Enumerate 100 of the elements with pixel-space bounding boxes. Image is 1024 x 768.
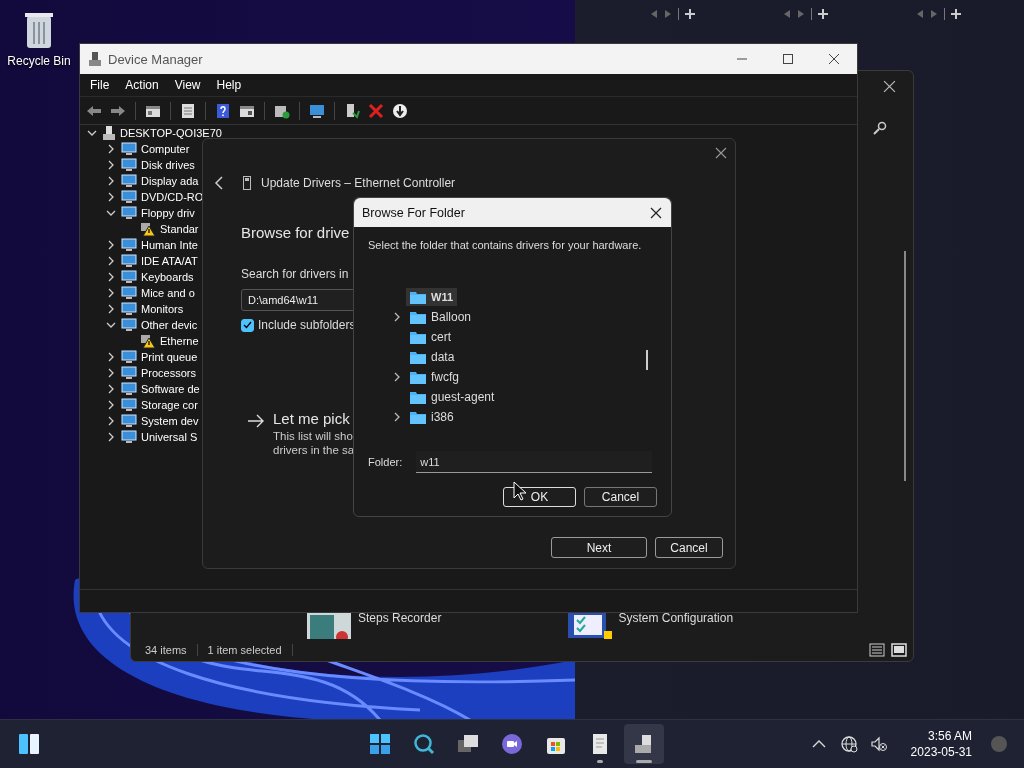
cancel-button[interactable]: Cancel [584,487,657,507]
tree-item[interactable]: Etherne [160,335,199,347]
tree-item[interactable]: Processors [141,367,197,379]
tree-expander-icon[interactable] [106,416,116,426]
folder-icon [410,370,426,384]
tree-expander-icon[interactable] [106,288,116,298]
tree-item[interactable]: DESKTOP-QOI3E70 [120,127,222,139]
tree-expander-icon[interactable] [106,160,116,170]
expand-chevron-icon[interactable] [393,372,401,382]
speaker-muted-icon[interactable] [869,735,888,753]
globe-icon[interactable] [839,735,858,753]
cancel-button[interactable]: Cancel [655,537,723,558]
close-icon[interactable] [828,53,840,65]
tree-expander-icon[interactable] [106,304,116,314]
clock-date[interactable]: 2023-05-31 [910,744,972,760]
download-icon[interactable] [392,102,408,119]
tree-item[interactable]: Print queue [141,351,198,363]
recycle-bin-icon[interactable] [23,10,55,50]
tree-expander-icon[interactable] [106,320,116,330]
field-label: Folder: [368,456,403,468]
left-arrow-icon[interactable] [916,9,924,19]
tree-expander-icon[interactable] [106,432,116,442]
right-arrow-icon[interactable] [797,9,805,19]
clock-time[interactable]: 3:56 AM [927,728,972,744]
item-label[interactable]: Steps Recorder [358,611,442,625]
tree-item[interactable]: System dev [141,415,199,427]
option-description: This list will sho drivers in the sa [273,429,355,457]
close-icon[interactable] [715,147,727,159]
left-arrow-icon[interactable] [783,9,791,19]
folder-item[interactable]: fwcfg [406,368,463,386]
right-arrow-icon[interactable] [664,9,672,19]
maximize-icon[interactable] [782,53,794,65]
dialog-heading: Browse for drive [241,224,351,241]
chevron-up-icon[interactable] [811,740,826,748]
right-arrow-icon[interactable] [930,9,938,19]
tree-expander-icon[interactable] [106,256,116,266]
notepad-icon [593,734,607,754]
tree-item[interactable]: Keyboards [141,271,194,283]
folder-item[interactable]: guest-agent [406,388,499,406]
option-title[interactable]: Let me pick [273,410,355,427]
tree-expander-icon[interactable] [106,192,116,202]
expand-chevron-icon[interactable] [393,412,401,422]
tree-item[interactable]: Mice and o [141,287,195,299]
tree-item[interactable]: Software de [141,383,200,395]
menu-item[interactable]: Action [119,76,165,94]
folder-item[interactable]: i386 [406,408,458,426]
folder-item[interactable]: data [406,348,459,366]
tree-item[interactable]: Monitors [141,303,184,315]
tree-item[interactable]: Computer [141,143,190,155]
close-icon[interactable] [650,206,662,219]
tree-item[interactable]: IDE ATA/AT [141,255,198,267]
tree-expander-icon[interactable] [106,368,116,378]
plus-icon[interactable] [685,9,695,19]
tree-item[interactable]: Storage cor [141,399,198,411]
folder-item[interactable]: Balloon [406,308,476,326]
folder-field[interactable]: w11 [416,451,653,473]
help-icon[interactable] [215,102,231,119]
ok-button[interactable]: OK [503,487,576,507]
plus-icon[interactable] [818,9,828,19]
details-view-icon[interactable] [869,643,885,657]
next-button[interactable]: Next [551,537,647,558]
expand-chevron-icon[interactable] [393,312,401,322]
folder-item[interactable]: cert [406,328,455,346]
list-icon[interactable] [180,102,196,119]
tree-item[interactable]: Display ada [141,175,199,187]
tree-item[interactable]: Other devic [141,319,198,331]
tree-item[interactable]: Disk drives [141,159,195,171]
search-icon[interactable] [873,121,887,135]
tree-expander-icon[interactable] [106,272,116,282]
tree-expander-icon[interactable] [106,384,116,394]
tree-item[interactable]: Standar [160,223,199,235]
tiles-view-icon[interactable] [891,643,907,657]
tree-expander-icon[interactable] [106,240,116,250]
tree-expander-icon[interactable] [106,144,116,154]
menu-item[interactable]: View [168,76,207,94]
taskbar-app-button[interactable] [624,724,664,764]
menu-item[interactable]: Help [210,76,248,94]
left-arrow-icon[interactable] [650,9,658,19]
item-label[interactable]: System Configuration [618,611,734,625]
tree-expander-icon[interactable] [106,176,116,186]
plus-icon[interactable] [951,9,961,19]
tree-item[interactable]: DVD/CD-RO [141,191,204,203]
computer-icon [635,735,651,753]
tree-expander-icon[interactable] [106,400,116,410]
tree-item[interactable]: Human Inte [141,239,198,251]
tree-expander-icon[interactable] [87,128,97,138]
tree-item[interactable]: Universal S [141,431,198,443]
tree-item[interactable]: Floppy driv [141,207,195,219]
tree-expander-icon[interactable] [106,208,116,218]
monitor-icon[interactable] [309,102,325,119]
widgets-icon[interactable] [18,733,40,755]
close-icon[interactable] [883,80,896,93]
desktop-icon-label: Recycle Bin [7,54,71,68]
checkbox[interactable] [241,318,254,332]
field-label: Search for drivers in [241,267,350,281]
folder-item[interactable]: W11 [406,288,457,306]
tree-expander-icon[interactable] [106,352,116,362]
delete-icon[interactable] [368,102,384,119]
device-icon [121,286,137,300]
menu-item[interactable]: File [84,76,116,94]
